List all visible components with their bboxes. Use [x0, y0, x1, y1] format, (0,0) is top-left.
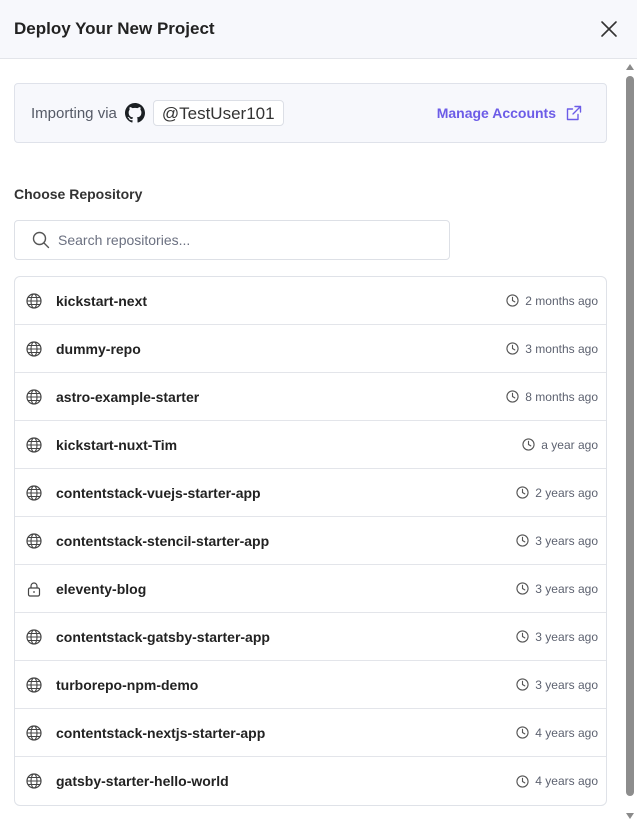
- repository-row[interactable]: astro-example-starter 8 months ago: [15, 373, 606, 421]
- globe-icon: [26, 532, 42, 549]
- repository-updated: a year ago: [522, 438, 598, 452]
- repository-name: contentstack-stencil-starter-app: [56, 532, 270, 549]
- repository-row[interactable]: turborepo-npm-demo 3 years ago: [15, 661, 606, 709]
- search-input[interactable]: [58, 232, 428, 248]
- search-icon: [32, 231, 50, 249]
- dialog-title: Deploy Your New Project: [14, 19, 215, 38]
- clock-icon: [522, 438, 535, 451]
- repository-updated: 8 months ago: [506, 390, 598, 404]
- repository-row[interactable]: gatsby-starter-hello-world 4 years ago: [15, 757, 606, 805]
- repository-updated-text: 4 years ago: [535, 774, 598, 788]
- dialog-header: Deploy Your New Project: [0, 0, 637, 59]
- clock-icon: [506, 342, 519, 355]
- repository-name: contentstack-vuejs-starter-app: [56, 484, 261, 501]
- globe-icon: [26, 676, 42, 693]
- globe-icon: [26, 628, 42, 645]
- repository-name: contentstack-gatsby-starter-app: [56, 628, 270, 645]
- repository-name: astro-example-starter: [56, 388, 200, 405]
- repository-list: kickstart-next 2 months ago dummy-repo 3 mo…: [14, 276, 607, 806]
- scroll-down-arrow-icon[interactable]: [626, 813, 634, 819]
- globe-icon: [26, 388, 42, 405]
- clock-icon: [516, 630, 529, 643]
- scroll-up-arrow-icon[interactable]: [626, 64, 634, 70]
- repository-updated: 3 years ago: [516, 534, 598, 548]
- repository-name: kickstart-next: [56, 292, 148, 309]
- username-chip: @TestUser101: [152, 100, 284, 126]
- repository-updated: 4 years ago: [516, 726, 598, 740]
- clock-icon: [516, 774, 529, 788]
- repository-updated-text: 2 months ago: [525, 293, 598, 308]
- repository-updated-text: 2 years ago: [535, 485, 598, 500]
- repository-row[interactable]: contentstack-nextjs-starter-app 4 years a…: [15, 709, 606, 757]
- scrollbar[interactable]: [622, 59, 637, 824]
- clock-icon: [516, 678, 529, 691]
- repository-row[interactable]: eleventy-blog 3 years ago: [15, 565, 606, 613]
- manage-accounts-link[interactable]: Manage Accounts: [437, 105, 590, 121]
- repository-name: gatsby-starter-hello-world: [56, 773, 229, 789]
- repository-updated: 3 years ago: [516, 582, 598, 596]
- clock-icon: [506, 294, 519, 307]
- clock-icon: [516, 486, 529, 499]
- repository-row[interactable]: kickstart-nuxt-Tim a year ago: [15, 421, 606, 469]
- repository-updated: 4 years ago: [516, 774, 598, 788]
- repository-row[interactable]: contentstack-gatsby-starter-app 3 years a…: [15, 613, 606, 661]
- repository-name: eleventy-blog: [56, 580, 147, 597]
- repository-updated-text: a year ago: [541, 437, 598, 452]
- globe-icon: [26, 436, 42, 453]
- manage-accounts-label: Manage Accounts: [436, 105, 556, 121]
- repository-row[interactable]: kickstart-next 2 months ago: [15, 277, 606, 325]
- repository-updated-text: 3 years ago: [535, 677, 598, 692]
- globe-icon: [26, 773, 42, 789]
- close-icon: [600, 20, 618, 38]
- repository-row[interactable]: contentstack-stencil-starter-app 3 years …: [15, 517, 606, 565]
- github-icon: [124, 103, 145, 123]
- repository-updated-text: 8 months ago: [525, 389, 598, 404]
- repository-updated-text: 3 years ago: [535, 581, 598, 596]
- repository-updated: 3 years ago: [516, 630, 598, 644]
- repository-name: dummy-repo: [56, 340, 141, 357]
- repository-updated: 3 months ago: [506, 342, 598, 356]
- external-link-icon: [566, 105, 582, 121]
- repository-updated-text: 3 years ago: [535, 629, 598, 644]
- dialog-content: Importing via @TestUser101 Manage Accoun…: [0, 59, 622, 824]
- import-bar: Importing via @TestUser101 Manage Accoun…: [14, 83, 607, 143]
- repository-name: turborepo-npm-demo: [56, 676, 199, 693]
- repository-name: kickstart-nuxt-Tim: [56, 436, 178, 453]
- repository-row[interactable]: contentstack-vuejs-starter-app 2 years ag…: [15, 469, 606, 517]
- repository-updated-text: 4 years ago: [535, 725, 598, 740]
- globe-icon: [26, 340, 42, 357]
- globe-icon: [26, 484, 42, 501]
- importing-label: Importing via: [31, 104, 117, 122]
- repository-updated: 2 years ago: [516, 486, 598, 500]
- clock-icon: [516, 582, 529, 595]
- repository-row[interactable]: dummy-repo 3 months ago: [15, 325, 606, 373]
- clock-icon: [516, 726, 529, 739]
- repository-updated: 2 months ago: [506, 294, 598, 308]
- repository-updated-text: 3 years ago: [535, 533, 598, 548]
- choose-repository-label: Choose Repository: [14, 186, 143, 202]
- close-button[interactable]: [598, 18, 620, 40]
- repository-updated-text: 3 months ago: [525, 341, 598, 356]
- clock-icon: [506, 390, 519, 403]
- globe-icon: [26, 724, 42, 741]
- scroll-thumb[interactable]: [626, 76, 634, 796]
- repository-updated: 3 years ago: [516, 678, 598, 692]
- globe-icon: [26, 292, 42, 309]
- lock-icon: [26, 581, 42, 597]
- clock-icon: [516, 534, 529, 547]
- repository-name: contentstack-nextjs-starter-app: [56, 724, 266, 741]
- search-box[interactable]: [14, 220, 450, 260]
